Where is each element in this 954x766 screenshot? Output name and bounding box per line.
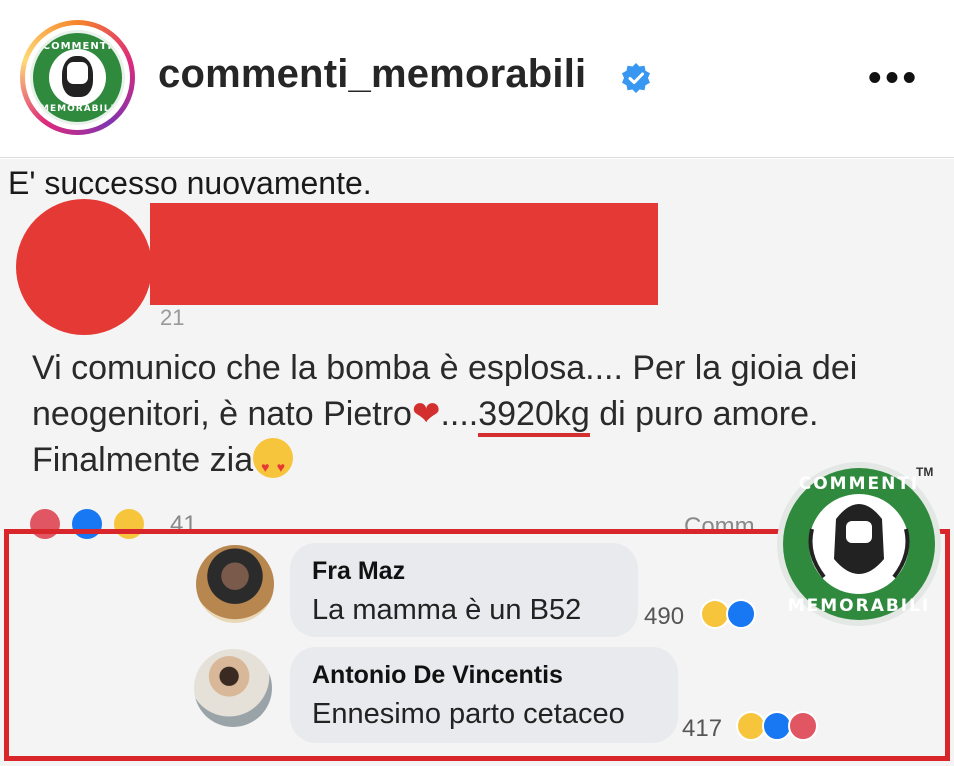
comment-author[interactable]: Fra Maz (312, 557, 616, 586)
red-heart-icon: ❤ (411, 395, 441, 433)
more-options-icon[interactable]: ••• (868, 59, 920, 97)
watermark-text-bottom: MEMORABILI (788, 596, 931, 616)
comment-text: Ennesimo parto cetaceo (312, 698, 625, 730)
watermark-text-top: COMMENTI (799, 474, 920, 494)
like-reaction-icon (726, 599, 756, 629)
logo-text-bottom: MEMORABILI (40, 104, 115, 114)
logo-text-top: COMMENTI (42, 41, 113, 52)
comment-author[interactable]: Antonio De Vincentis (312, 661, 656, 690)
profile-avatar[interactable]: COMMENTI MEMORABILI (20, 20, 135, 135)
redacted-profile-picture (16, 199, 152, 335)
post-caption: E' successo nuovamente. (8, 165, 372, 201)
commenti-memorabili-logo: COMMENTI MEMORABILI (30, 30, 125, 125)
post-timestamp-faded: 21 (160, 305, 185, 330)
commenter-avatar[interactable] (194, 649, 272, 727)
post-image: E' successo nuovamente. 21 Vi comunico c… (0, 159, 954, 766)
commenti-memorabili-watermark-logo: COMMENTI MEMORABILI (777, 462, 941, 626)
post-body-ellipsis: .... (440, 395, 479, 433)
comment-reaction-count: 417 (682, 715, 723, 742)
redacted-author-name (150, 203, 658, 305)
heart-eyes-emoji-icon (253, 438, 294, 490)
verified-badge-icon (622, 63, 650, 93)
underlined-weight: 3920kg (478, 395, 590, 437)
comment-text: La mamma è un B52 (312, 594, 582, 626)
post-header: COMMENTI MEMORABILI commenti_memorabili … (0, 0, 954, 158)
profile-username[interactable]: commenti_memorabili (158, 52, 586, 97)
love-reaction-icon (788, 711, 818, 741)
comment-bubble: Antonio De Vincentis Ennesimo parto ceta… (290, 647, 678, 743)
trademark-mark: TM (916, 465, 934, 479)
comment-bubble: Fra Maz La mamma è un B52 (290, 543, 638, 637)
comment-reaction-count: 490 (644, 603, 685, 630)
commenter-avatar[interactable] (196, 545, 274, 623)
